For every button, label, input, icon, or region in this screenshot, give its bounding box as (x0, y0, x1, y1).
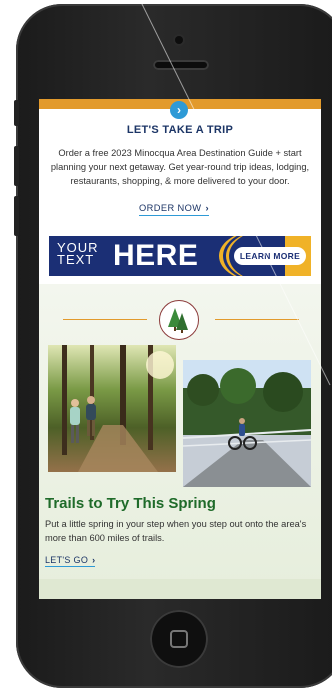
divider-line-right (215, 319, 299, 320)
lets-go-label: LET'S GO (45, 555, 89, 565)
hikers-forest-photo[interactable] (48, 345, 176, 472)
front-camera (175, 36, 183, 44)
chevron-right-icon: › (92, 555, 96, 565)
divider-line-left (63, 319, 147, 320)
chevron-right-icon: › (205, 203, 209, 213)
bottom-band (39, 579, 321, 599)
ad-your-text: YOUR TEXT (57, 241, 99, 267)
ad-your-line2: TEXT (57, 252, 95, 267)
chevron-down-icon[interactable]: › (170, 101, 188, 119)
home-square-icon (170, 630, 188, 648)
order-now-label: ORDER NOW (139, 203, 202, 213)
volume-up-button (14, 146, 19, 186)
trip-description: Order a free 2023 Minocqua Area Destinat… (50, 148, 310, 186)
trails-title: Trails to Try This Spring (45, 495, 216, 512)
trails-description: Put a little spring in your step when yo… (45, 519, 307, 543)
earpiece-speaker (153, 60, 209, 70)
ad-big-word: HERE (113, 239, 199, 272)
lets-go-link[interactable]: LET'S GO › (45, 555, 96, 567)
volume-down-button (14, 196, 19, 236)
order-now-link[interactable]: ORDER NOW › (139, 203, 209, 216)
trip-headline: LET'S TAKE A TRIP (126, 124, 234, 136)
learn-more-button[interactable]: LEARN MORE (234, 247, 306, 265)
phone-screen: › LET'S TAKE A TRIP Order a free 2023 Mi… (39, 99, 321, 599)
cyclist-bridge-photo[interactable] (183, 360, 311, 487)
ad-banner[interactable]: YOUR TEXT HERE LEARN MORE (49, 236, 311, 276)
pine-trees-icon (159, 300, 199, 340)
mute-switch (14, 100, 19, 126)
